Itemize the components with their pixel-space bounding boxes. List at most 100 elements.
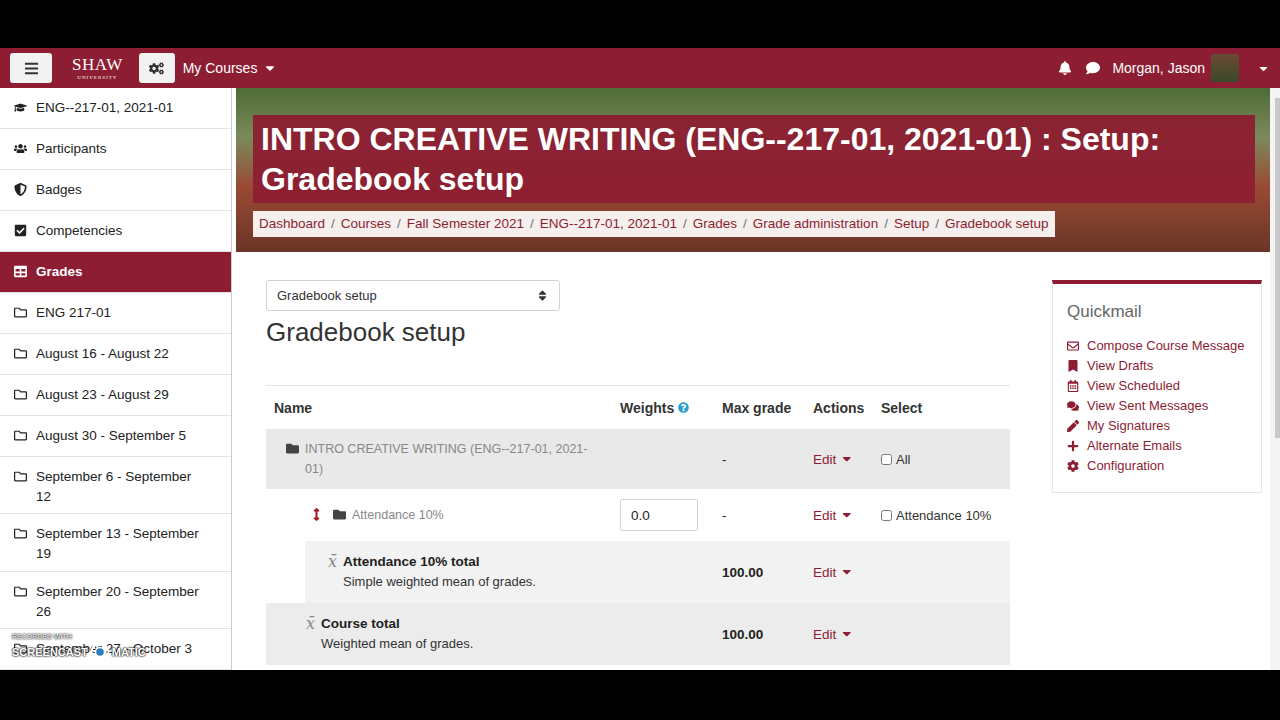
breadcrumb-link[interactable]: Grade administration (753, 214, 878, 234)
breadcrumb-link[interactable]: Gradebook setup (945, 214, 1049, 234)
move-icon[interactable] (310, 505, 323, 521)
sidebar-item[interactable]: August 16 - August 22 (0, 334, 231, 375)
messages-icon[interactable] (1086, 61, 1100, 75)
sidebar-item[interactable]: ENG 217-01 (0, 293, 231, 334)
quickmail-link[interactable]: Alternate Emails (1067, 436, 1247, 456)
breadcrumb-link[interactable]: ENG--217-01, 2021-01 (540, 214, 677, 234)
name-cell: x̄Attendance 10% totalSimple weighted me… (266, 542, 612, 602)
weight-cell (612, 499, 714, 531)
quickmail-link[interactable]: Configuration (1067, 456, 1247, 476)
quickmail-block: Quickmail Compose Course MessageView Draf… (1052, 280, 1262, 493)
main: INTRO CREATIVE WRITING (ENG--217-01, 202… (232, 88, 1270, 670)
item-name: Attendance 10% (352, 505, 444, 525)
report-selector[interactable]: Gradebook setup (266, 280, 560, 311)
menu-button[interactable] (10, 53, 52, 83)
sidebar-item[interactable]: ENG--217-01, 2021-01 (0, 88, 231, 129)
name-text: INTRO CREATIVE WRITING (ENG--217-01, 202… (305, 439, 604, 479)
badges-icon (14, 180, 28, 196)
edit-menu[interactable]: Edit (805, 508, 873, 523)
content: Gradebook setup Gradebook setup NameWeight… (236, 252, 1270, 670)
screen: SHAWUNIVERSITY My Courses Morgan, Jason ENG… (0, 0, 1280, 720)
link-icon (1067, 420, 1080, 432)
sidebar-item[interactable]: Competencies (0, 211, 231, 252)
block-title: Quickmail (1067, 302, 1247, 322)
select-cell[interactable]: All (873, 452, 1010, 467)
select-checkbox[interactable] (881, 510, 892, 521)
quickmail-link[interactable]: View Sent Messages (1067, 396, 1247, 416)
folder-icon (333, 505, 346, 521)
scrollbar[interactable] (1270, 88, 1280, 670)
logo[interactable]: SHAWUNIVERSITY (72, 56, 123, 80)
courses-menu[interactable]: My Courses (183, 60, 278, 76)
body: ENG--217-01, 2021-01ParticipantsBadgesCo… (0, 88, 1280, 670)
breadcrumb-separator: / (331, 214, 335, 234)
folder-icon (286, 439, 299, 455)
settings-button[interactable] (139, 53, 175, 83)
watermark: RECORDED WITHSCREENCASTMATIC (12, 633, 146, 662)
letterbox-top (0, 0, 1280, 48)
region-main: Gradebook setup Gradebook setup NameWeight… (266, 280, 1010, 670)
edit-menu[interactable]: Edit (805, 627, 873, 642)
gears-icon (149, 61, 164, 76)
user-menu-caret-icon[interactable] (1257, 62, 1270, 75)
quickmail-link[interactable]: View Drafts (1067, 356, 1247, 376)
navbar: SHAWUNIVERSITY My Courses Morgan, Jason (0, 48, 1280, 88)
calculation-icon: x̄ (328, 552, 337, 572)
caret-icon (263, 61, 277, 75)
breadcrumb: Dashboard / Courses / Fall Semester 2021 / ENG… (253, 211, 1055, 237)
edit-menu[interactable]: Edit (805, 565, 873, 580)
user-name[interactable]: Morgan, Jason (1112, 60, 1205, 76)
max-grade: 100.00 (714, 627, 805, 642)
link-icon (1067, 380, 1080, 392)
banner: INTRO CREATIVE WRITING (ENG--217-01, 202… (236, 88, 1270, 252)
sidebar-item[interactable]: September 20 - September 26 (0, 572, 231, 629)
weight-input[interactable] (620, 499, 698, 531)
sidebar-item[interactable]: September 13 - September 19 (0, 514, 231, 571)
item-name: Attendance 10% total (343, 552, 536, 572)
link-icon (1067, 340, 1080, 352)
caret-icon (840, 565, 854, 579)
quickmail-link[interactable]: Compose Course Message (1067, 336, 1247, 356)
breadcrumb-link[interactable]: Courses (341, 214, 391, 234)
edit-menu[interactable]: Edit (805, 452, 873, 467)
breadcrumb-separator: / (683, 214, 687, 234)
sidebar-item[interactable]: Participants (0, 129, 231, 170)
page-title: INTRO CREATIVE WRITING (ENG--217-01, 202… (253, 115, 1255, 203)
sidebar-item[interactable]: September 6 - September 12 (0, 457, 231, 514)
select-checkbox[interactable] (881, 454, 892, 465)
heading: Gradebook setup (266, 315, 1010, 349)
select-cell[interactable]: Attendance 10% (873, 508, 1010, 523)
breadcrumb-link[interactable]: Grades (693, 214, 737, 234)
breadcrumb-link[interactable]: Fall Semester 2021 (407, 214, 524, 234)
section-icon (14, 582, 28, 598)
name-cell: INTRO CREATIVE WRITING (ENG--217-01, 202… (266, 429, 612, 489)
sidebar-item[interactable]: August 23 - August 29 (0, 375, 231, 416)
grade-row: Attendance 10%-EditAttendance 10% (266, 489, 1010, 541)
table-header: NameWeightsMax gradeActionsSelect (266, 385, 1010, 429)
breadcrumb-separator: / (884, 214, 888, 234)
column-header: Weights (612, 400, 714, 416)
sidebar-item[interactable]: Badges (0, 170, 231, 211)
quickmail-link[interactable]: My Signatures (1067, 416, 1247, 436)
sort-icon (536, 289, 549, 302)
breadcrumb-separator: / (530, 214, 534, 234)
quickmail-link[interactable]: View Scheduled (1067, 376, 1247, 396)
competencies-icon (14, 221, 28, 237)
breadcrumb-link[interactable]: Dashboard (259, 214, 325, 234)
scrollbar-thumb[interactable] (1275, 98, 1280, 438)
avatar[interactable] (1211, 54, 1239, 82)
name-cell: Attendance 10% (266, 495, 612, 535)
max-grade: 100.00 (714, 565, 805, 580)
section-icon (14, 467, 28, 483)
sidebar-item[interactable]: August 30 - September 5 (0, 416, 231, 457)
help-icon[interactable] (678, 402, 689, 413)
link-icon (1067, 400, 1080, 412)
breadcrumb-link[interactable]: Setup (894, 214, 929, 234)
grades-icon (14, 262, 28, 278)
participants-icon (14, 139, 28, 155)
notifications-icon[interactable] (1058, 61, 1072, 75)
breadcrumb-separator: / (935, 214, 939, 234)
section-icon (14, 524, 28, 540)
sidebar-item[interactable]: Grades (0, 252, 231, 293)
letterbox-bottom (0, 670, 1280, 720)
